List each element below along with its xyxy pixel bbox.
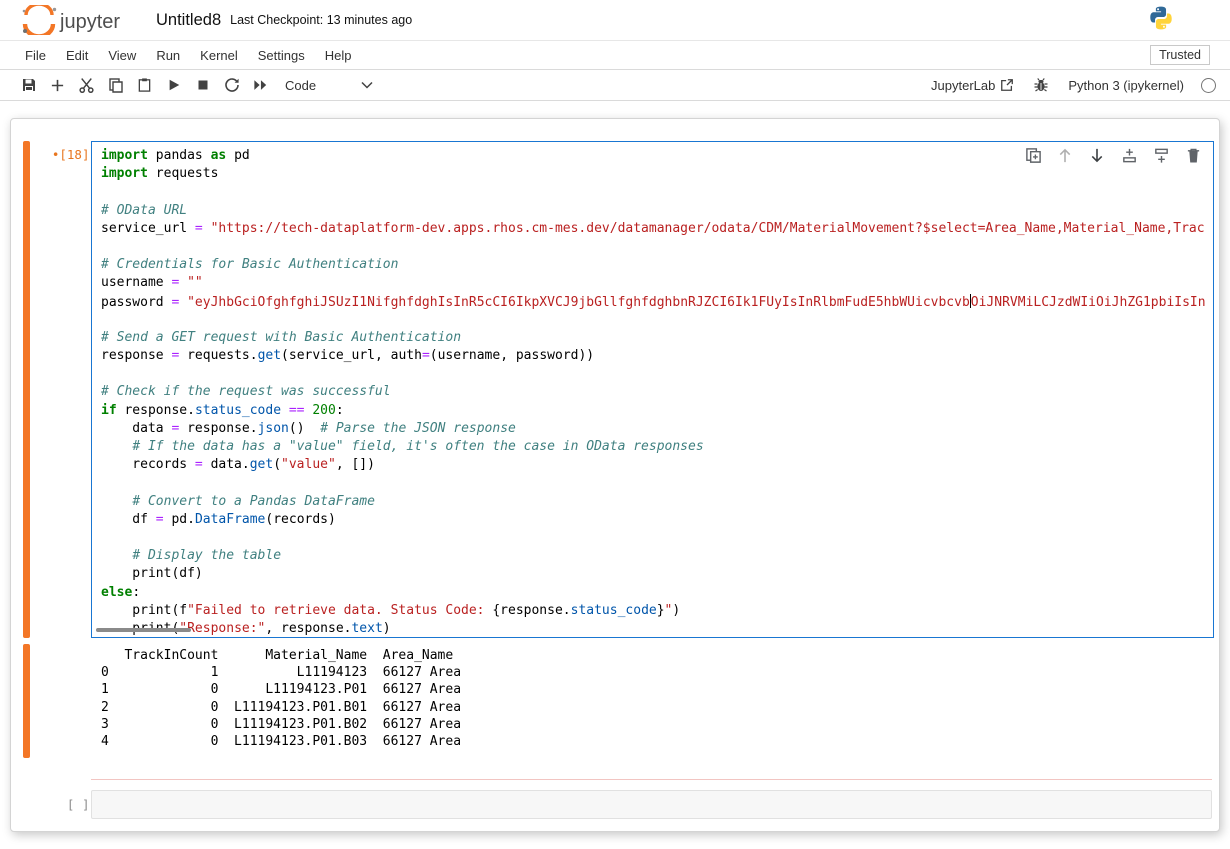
add-cell-icon (50, 78, 65, 93)
output-text: TrackInCount Material_Name Area_Name 0 1… (101, 647, 461, 750)
kernel-status-icon (1201, 78, 1216, 93)
code-cell-editor[interactable]: import pandas as pdimport requests # ODa… (91, 141, 1214, 638)
save-button[interactable] (14, 71, 43, 99)
move-down-icon (1089, 147, 1105, 164)
input-collapser[interactable] (23, 141, 30, 638)
move-down-button[interactable] (1088, 146, 1106, 164)
menu-file[interactable]: File (15, 44, 56, 67)
external-link-icon (1000, 78, 1014, 92)
restart-run-all-button[interactable] (246, 71, 275, 99)
cell-toolbar (1024, 146, 1202, 164)
delete-icon (1186, 147, 1201, 164)
code-lines: import pandas as pdimport requests # ODa… (92, 142, 1213, 638)
restart-icon (224, 77, 240, 93)
cut-icon (78, 77, 95, 94)
trusted-button[interactable]: Trusted (1150, 45, 1210, 65)
menu-view[interactable]: View (98, 44, 146, 67)
chevron-down-icon (361, 81, 373, 89)
jupyter-logo[interactable]: jupyter (18, 5, 130, 35)
checkpoint-text: Last Checkpoint: 13 minutes ago (230, 13, 412, 27)
header: jupyter Untitled8 Last Checkpoint: 13 mi… (0, 0, 1230, 41)
notebook-panel: •[18]: import pandas as pdimport request… (10, 118, 1220, 832)
menu-kernel[interactable]: Kernel (190, 44, 248, 67)
menu-edit[interactable]: Edit (56, 44, 98, 67)
menu-run[interactable]: Run (146, 44, 190, 67)
kernel-name[interactable]: Python 3 (ipykernel) (1068, 78, 1184, 93)
insert-cell-below-button[interactable] (1152, 146, 1170, 164)
toolbar: Code JupyterLab Python 3 (ipykernel) (0, 70, 1230, 101)
restart-button[interactable] (217, 71, 246, 99)
move-up-icon (1057, 147, 1073, 164)
open-in-jupyterlab-link[interactable]: JupyterLab (931, 78, 1014, 93)
duplicate-cell-button[interactable] (1024, 146, 1042, 164)
notebook-area: •[18]: import pandas as pdimport request… (0, 101, 1230, 849)
run-icon (167, 78, 181, 92)
duplicate-cell-icon (1025, 147, 1042, 164)
run-button[interactable] (159, 71, 188, 99)
output-collapser[interactable] (23, 644, 30, 758)
paste-icon (137, 77, 152, 93)
copy-icon (108, 77, 124, 93)
editor-hscrollbar[interactable] (96, 628, 191, 632)
menu-settings[interactable]: Settings (248, 44, 315, 67)
interrupt-icon (197, 79, 209, 91)
paste-button[interactable] (130, 71, 159, 99)
cut-button[interactable] (72, 71, 101, 99)
execution-prompt: •[18]: (35, 147, 97, 162)
move-up-button[interactable] (1056, 146, 1074, 164)
cell-type-select[interactable]: Code (285, 78, 373, 93)
copy-button[interactable] (101, 71, 130, 99)
insert-cell-above-button[interactable] (1120, 146, 1138, 164)
add-cell-button[interactable] (43, 71, 72, 99)
python-logo-icon (1148, 5, 1174, 31)
jupyterlab-label: JupyterLab (931, 78, 995, 93)
notebook-title[interactable]: Untitled8 (156, 11, 221, 30)
insert-below-icon (1153, 147, 1170, 164)
empty-cell-prompt: [ ]: (35, 797, 97, 812)
bug-icon (1033, 77, 1049, 93)
menu-help[interactable]: Help (315, 44, 362, 67)
empty-cell-editor[interactable] (91, 790, 1212, 819)
cell-separator-line (91, 779, 1212, 780)
jupyter-logo-text: jupyter (59, 11, 120, 33)
restart-run-all-icon (252, 78, 269, 92)
cell-type-value: Code (285, 78, 316, 93)
insert-above-icon (1121, 147, 1138, 164)
delete-cell-button[interactable] (1184, 146, 1202, 164)
interrupt-button[interactable] (188, 71, 217, 99)
debugger-button[interactable] (1031, 71, 1051, 99)
save-icon (21, 77, 37, 93)
menu-bar: File Edit View Run Kernel Settings Help … (0, 41, 1230, 70)
